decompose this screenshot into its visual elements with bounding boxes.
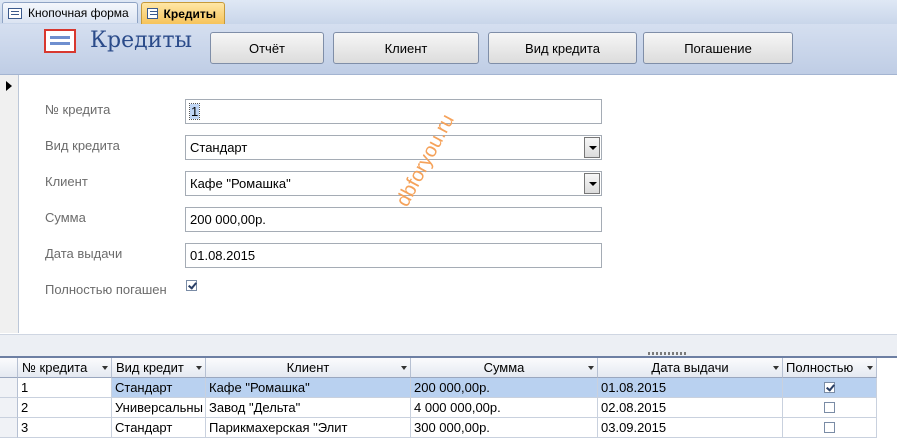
amount-label: Сумма xyxy=(45,210,86,225)
column-header-label: Клиент xyxy=(286,360,330,375)
sort-dropdown-icon[interactable] xyxy=(102,366,108,370)
table-row-2-date[interactable]: 02.08.2015 xyxy=(598,398,783,418)
credit-no-label: № кредита xyxy=(45,102,111,117)
row-selector[interactable] xyxy=(0,378,18,398)
form-logo-icon xyxy=(44,29,76,53)
issue-date-field[interactable]: 01.08.2015 xyxy=(185,243,602,268)
fully-paid-checkbox[interactable] xyxy=(186,280,197,291)
table-row-1-paid-cell xyxy=(783,378,877,398)
column-header-label: № кредита xyxy=(22,360,88,375)
sort-dropdown-icon[interactable] xyxy=(401,366,407,370)
amount-field[interactable]: 200 000,00р. xyxy=(185,207,602,232)
table-row-1-client[interactable]: Кафе "Ромашка" xyxy=(206,378,411,398)
sort-dropdown-icon[interactable] xyxy=(773,366,779,370)
credit-type-value: Стандарт xyxy=(190,140,248,155)
table-row-3-type[interactable]: Стандарт xyxy=(112,418,206,438)
repayment-button[interactable]: Погашение xyxy=(643,32,793,64)
column-header-credit-type[interactable]: Вид кредит xyxy=(112,358,206,378)
split-form-divider[interactable] xyxy=(0,334,897,357)
paid-checkbox[interactable] xyxy=(824,402,835,413)
form-header: Кредиты Отчёт Клиент Вид кредита Погашен… xyxy=(0,24,897,75)
current-record-arrow-icon xyxy=(6,81,12,91)
table-row-2-type[interactable]: Универсальны xyxy=(112,398,206,418)
paid-checkbox[interactable] xyxy=(824,382,835,393)
issue-date-label: Дата выдачи xyxy=(45,246,123,261)
chevron-down-icon[interactable] xyxy=(584,173,600,194)
credit-type-label: Вид кредита xyxy=(45,138,120,153)
record-selector[interactable] xyxy=(0,75,19,333)
table-row-1-credit-no[interactable]: 1 xyxy=(18,378,112,398)
tab-credits-label: Кредиты xyxy=(163,6,216,21)
table-row-3-date[interactable]: 03.09.2015 xyxy=(598,418,783,438)
credits-datasheet: № кредита Вид кредит Клиент Сумма Дата в… xyxy=(0,356,897,442)
chevron-down-icon[interactable] xyxy=(584,137,600,158)
table-row-3-paid-cell xyxy=(783,418,877,438)
credit-type-combo[interactable]: Стандарт xyxy=(185,135,602,160)
table-row-1-date[interactable]: 01.08.2015 xyxy=(598,378,783,398)
fully-paid-label: Полностью погашен xyxy=(45,282,167,297)
report-button[interactable]: Отчёт xyxy=(210,32,324,64)
column-header-label: Дата выдачи xyxy=(651,360,729,375)
sort-dropdown-icon[interactable] xyxy=(588,366,594,370)
credit-type-button[interactable]: Вид кредита xyxy=(488,32,637,64)
table-row-3-amount[interactable]: 300 000,00р. xyxy=(411,418,598,438)
client-button[interactable]: Клиент xyxy=(333,32,479,64)
column-header-label: Вид кредит xyxy=(116,360,184,375)
table-row-1-type[interactable]: Стандарт xyxy=(112,378,206,398)
column-header-credit-no[interactable]: № кредита xyxy=(18,358,112,378)
client-value: Кафе "Ромашка" xyxy=(190,176,291,191)
sort-dropdown-icon[interactable] xyxy=(196,366,202,370)
client-label: Клиент xyxy=(45,174,88,189)
credit-no-value: 1 xyxy=(188,103,201,120)
amount-value: 200 000,00р. xyxy=(190,212,266,227)
credit-no-field[interactable]: 1 xyxy=(185,99,602,124)
form-icon xyxy=(147,8,158,19)
table-row-2-client[interactable]: Завод "Дельта" xyxy=(206,398,411,418)
tab-switchboard[interactable]: Кнопочная форма xyxy=(2,2,138,23)
row-selector[interactable] xyxy=(0,418,18,438)
table-row-2-amount[interactable]: 4 000 000,00р. xyxy=(411,398,598,418)
splitter-grip-icon[interactable] xyxy=(648,352,688,355)
column-header-label: Сумма xyxy=(483,360,525,375)
tab-credits[interactable]: Кредиты xyxy=(141,2,225,24)
table-row-2-paid-cell xyxy=(783,398,877,418)
column-header-label: Полностью xyxy=(786,360,854,375)
document-tab-bar: Кнопочная форма Кредиты xyxy=(0,0,897,25)
column-header-client[interactable]: Клиент xyxy=(206,358,411,378)
form-icon xyxy=(8,7,22,19)
table-row-3-credit-no[interactable]: 3 xyxy=(18,418,112,438)
sort-dropdown-icon[interactable] xyxy=(867,366,873,370)
table-row-3-client[interactable]: Парикмахерская "Элит xyxy=(206,418,411,438)
paid-checkbox[interactable] xyxy=(824,422,835,433)
row-selector[interactable] xyxy=(0,398,18,418)
page-title: Кредиты xyxy=(90,28,193,53)
table-row-1-amount[interactable]: 200 000,00р. xyxy=(411,378,598,398)
column-header-amount[interactable]: Сумма xyxy=(411,358,598,378)
client-combo[interactable]: Кафе "Ромашка" xyxy=(185,171,602,196)
column-header-fully-paid[interactable]: Полностью xyxy=(783,358,877,378)
table-row-2-credit-no[interactable]: 2 xyxy=(18,398,112,418)
issue-date-value: 01.08.2015 xyxy=(190,248,256,263)
column-header-issue-date[interactable]: Дата выдачи xyxy=(598,358,783,378)
select-all-corner[interactable] xyxy=(0,358,18,378)
tab-switchboard-label: Кнопочная форма xyxy=(28,6,129,20)
